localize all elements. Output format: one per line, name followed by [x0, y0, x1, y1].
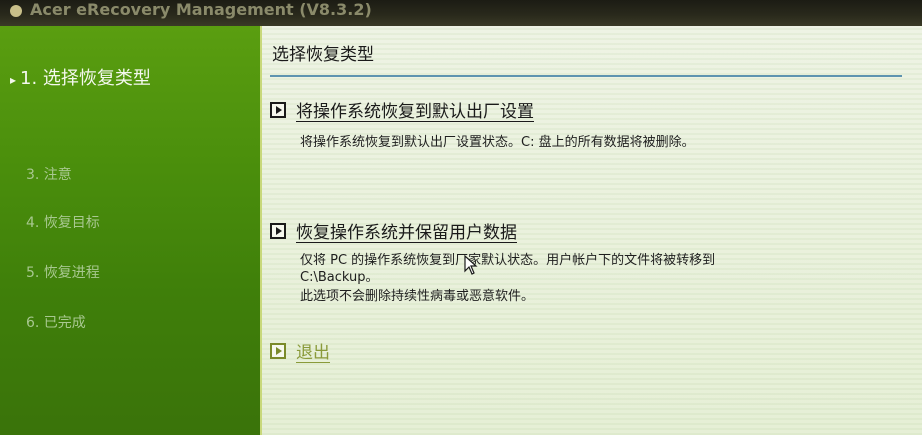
sidebar-step-choose-type: ▸ 1. 选择恢复类型 — [10, 64, 151, 90]
title-divider — [270, 75, 902, 77]
sidebar-step-target: 4. 恢复目标 — [26, 212, 100, 232]
keep-data-description-line: 此选项不会删除持续性病毒或恶意软件。 — [300, 289, 535, 304]
sidebar-step-label: 5. 恢复进程 — [26, 265, 100, 281]
sidebar-step-label: 1. 选择恢复类型 — [20, 68, 151, 89]
keep-data-description-line: C:\Backup。 — [300, 270, 379, 285]
sidebar-step-notice: 3. 注意 — [26, 164, 72, 184]
play-arrow-icon — [270, 342, 286, 359]
restore-factory-description: 将操作系统恢复到默认出厂设置状态。C: 盘上的所有数据将被删除。 — [300, 135, 695, 150]
sidebar-step-progress: 5. 恢复进程 — [26, 262, 100, 282]
play-arrow-icon — [270, 222, 286, 239]
main-panel: 选择恢复类型 将操作系统恢复到默认出厂设置 将操作系统恢复到默认出厂设置状态。C… — [262, 26, 922, 435]
sidebar-step-completed: 6. 已完成 — [26, 312, 86, 332]
sidebar-step-label: 3. 注意 — [26, 167, 72, 183]
exit-label: 退出 — [296, 343, 330, 363]
restore-factory-settings-link[interactable]: 将操作系统恢复到默认出厂设置 — [270, 97, 534, 122]
exit-link[interactable]: 退出 — [270, 338, 330, 363]
current-step-arrow-icon: ▸ — [10, 73, 17, 87]
option-label: 将操作系统恢复到默认出厂设置 — [296, 102, 534, 122]
sidebar-step-label: 4. 恢复目标 — [26, 215, 100, 231]
page-title: 选择恢复类型 — [272, 45, 374, 65]
window-title: Acer eRecovery Management (V8.3.2) — [30, 0, 372, 19]
sidebar-step-label: 6. 已完成 — [26, 315, 86, 331]
restore-keep-user-data-link[interactable]: 恢复操作系统并保留用户数据 — [270, 218, 517, 243]
recovery-screen: Acer eRecovery Management (V8.3.2) ▸ 1. 选… — [0, 0, 922, 435]
window-title-bar: Acer eRecovery Management (V8.3.2) — [0, 0, 922, 26]
option-label: 恢复操作系统并保留用户数据 — [296, 223, 517, 243]
play-arrow-icon — [270, 101, 286, 118]
keep-data-description-line: 仅将 PC 的操作系统恢复到厂家默认状态。用户帐户下的文件将被转移到 — [300, 253, 716, 268]
steps-sidebar: ▸ 1. 选择恢复类型 3. 注意 4. 恢复目标 5. 恢复进程 6. 已完成 — [0, 26, 262, 435]
app-icon — [10, 4, 22, 17]
